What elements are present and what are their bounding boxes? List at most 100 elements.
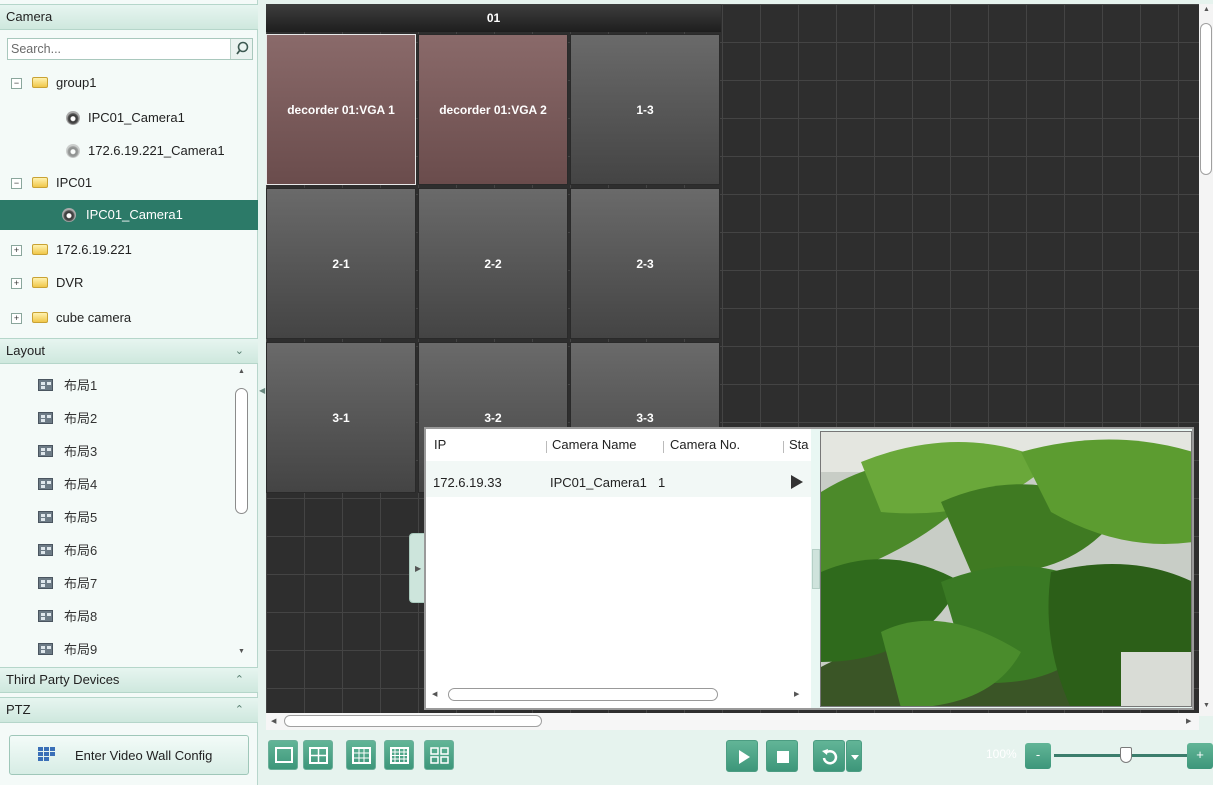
layout-item[interactable]: 布局8 (0, 600, 232, 633)
scrollbar-thumb[interactable] (448, 688, 718, 701)
layout-item[interactable]: 布局7 (0, 567, 232, 600)
wall-cell[interactable]: 2-2 (418, 188, 568, 339)
expand-icon[interactable]: + (11, 245, 22, 256)
camera-panel-header[interactable]: Camera (0, 4, 258, 30)
live-video-preview[interactable] (820, 431, 1192, 707)
layout-item[interactable]: 布局1 (0, 369, 232, 402)
scroll-right-icon[interactable]: ▶ (794, 690, 799, 698)
enter-video-wall-config-button[interactable]: Enter Video Wall Config (9, 735, 249, 775)
stop-icon (777, 751, 789, 763)
scroll-up-icon[interactable]: ▲ (1203, 6, 1210, 13)
layout-1x1-button[interactable] (268, 740, 298, 770)
collapse-icon[interactable]: − (11, 178, 22, 189)
tree-item-label: 172.6.19.221_Camera1 (88, 143, 225, 158)
search-button[interactable] (230, 39, 252, 59)
scrollbar-thumb[interactable] (284, 715, 542, 727)
wall-horizontal-scrollbar[interactable]: ◀ ▶ (266, 713, 1199, 730)
column-header-camera-name[interactable]: Camera Name (552, 437, 637, 452)
scrollbar-thumb[interactable] (1200, 23, 1212, 175)
scroll-left-icon[interactable]: ◀ (432, 690, 437, 698)
column-header-status[interactable]: Sta (789, 437, 809, 452)
column-divider[interactable] (663, 441, 664, 453)
wall-cell[interactable]: 2-3 (570, 188, 720, 339)
tree-item-camera[interactable]: IPC01_Camera1 (0, 103, 258, 133)
layout-custom-button[interactable] (424, 740, 454, 770)
column-divider[interactable] (546, 441, 547, 453)
grid-custom-icon (430, 747, 449, 764)
play-icon[interactable] (790, 474, 804, 490)
wall-cell[interactable]: 2-1 (266, 188, 416, 339)
table-horizontal-scrollbar[interactable]: ◀ ▶ (426, 685, 811, 705)
tree-item-172-6-19-221[interactable]: + 172.6.19.221 (0, 235, 258, 265)
camera-offline-icon (66, 144, 80, 158)
wall-cell[interactable]: decorder 01:VGA 2 (418, 34, 568, 185)
cycle-dropdown-button[interactable] (846, 740, 862, 772)
wall-vertical-scrollbar[interactable]: ▲ ▼ (1199, 4, 1213, 716)
collapse-icon[interactable]: − (11, 78, 22, 89)
layout-4x4-button[interactable] (384, 740, 414, 770)
sidebar-collapse-handle[interactable]: ◀ (259, 386, 265, 402)
scroll-left-icon[interactable]: ◀ (271, 717, 276, 725)
search-input[interactable] (8, 39, 228, 59)
layout-item[interactable]: 布局6 (0, 534, 232, 567)
third-party-panel-header[interactable]: Third Party Devices ⌃ (0, 667, 258, 693)
tree-item-dvr[interactable]: + DVR (0, 268, 258, 298)
wall-cell[interactable]: 1-3 (570, 34, 720, 185)
cell-camera-name: IPC01_Camera1 (550, 475, 647, 490)
column-header-camera-no[interactable]: Camera No. (670, 437, 740, 452)
play-all-button[interactable] (726, 740, 758, 772)
layout-icon (38, 577, 53, 589)
scroll-right-icon[interactable]: ▶ (1186, 717, 1191, 725)
tree-item-group1[interactable]: − group1 (0, 68, 258, 98)
cycle-button[interactable] (813, 740, 845, 772)
zoom-in-button[interactable]: + (1187, 743, 1213, 769)
cell-camera-no: 1 (658, 475, 666, 490)
folder-icon (32, 312, 48, 323)
layout-item-label: 布局5 (64, 510, 98, 525)
tree-item-label: group1 (56, 75, 97, 90)
layout-2x2-button[interactable] (303, 740, 333, 770)
scrollbar-thumb[interactable] (235, 388, 248, 514)
search-box (7, 38, 253, 60)
folder-icon (32, 177, 48, 188)
stop-all-button[interactable] (766, 740, 798, 772)
ptz-panel-title: PTZ (6, 702, 31, 717)
wall-cell[interactable]: 3-1 (266, 342, 416, 493)
column-divider[interactable] (783, 441, 784, 453)
layout-item-label: 布局4 (64, 477, 98, 492)
layout-panel-header[interactable]: Layout ⌄ (0, 338, 258, 364)
popup-expand-handle[interactable]: ▶ (409, 533, 425, 603)
grid-4x4-icon (390, 747, 409, 764)
scroll-down-icon[interactable]: ▼ (1203, 702, 1210, 709)
layout-item[interactable]: 布局3 (0, 435, 232, 468)
video-frame-plant (821, 432, 1191, 706)
tree-item-ipc01[interactable]: − IPC01 (0, 168, 258, 198)
zoom-out-button[interactable]: - (1025, 743, 1051, 769)
zoom-slider-thumb[interactable] (1120, 747, 1132, 763)
grid-1x1-icon (275, 747, 293, 763)
wall-cell[interactable]: decorder 01:VGA 1 (266, 34, 416, 185)
tree-item-label: DVR (56, 275, 84, 290)
popup-divider-handle[interactable] (812, 549, 820, 589)
layout-item-label: 布局7 (64, 576, 98, 591)
scroll-up-icon[interactable]: ▲ (238, 368, 245, 375)
layout-scrollbar[interactable]: ▲ ▼ (233, 366, 251, 662)
layout-item[interactable]: 布局2 (0, 402, 232, 435)
expand-icon[interactable]: + (11, 278, 22, 289)
layout-item[interactable]: 布局9 (0, 633, 232, 665)
column-header-ip[interactable]: IP (434, 437, 446, 452)
ptz-panel-header[interactable]: PTZ ⌃ (0, 697, 258, 723)
scroll-down-icon[interactable]: ▼ (238, 648, 245, 655)
search-icon (236, 41, 249, 55)
chevron-up-icon: ⌃ (234, 674, 244, 686)
tree-item-camera[interactable]: 172.6.19.221_Camera1 (0, 136, 258, 166)
camera-icon (62, 208, 76, 222)
expand-icon[interactable]: + (11, 313, 22, 324)
layout-item[interactable]: 布局5 (0, 501, 232, 534)
layout-3x3-button[interactable] (346, 740, 376, 770)
layout-item[interactable]: 布局4 (0, 468, 232, 501)
layout-icon (38, 478, 53, 490)
video-wall-icon (38, 747, 58, 763)
tree-item-cube-camera[interactable]: + cube camera (0, 303, 258, 333)
tree-item-camera-selected[interactable]: IPC01_Camera1 (0, 200, 258, 230)
